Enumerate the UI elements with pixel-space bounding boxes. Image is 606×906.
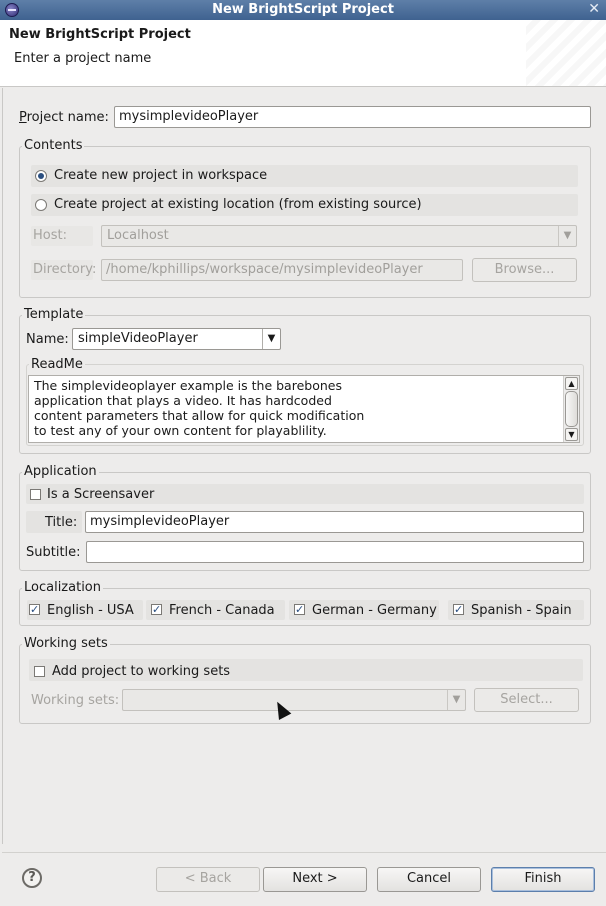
window-titlebar: New BrightScript Project ✕: [0, 0, 606, 20]
create-existing-label[interactable]: Create project at existing location (fro…: [54, 197, 422, 212]
checkbox-icon[interactable]: [34, 666, 45, 677]
wizard-header: New BrightScript Project Enter a project…: [0, 20, 606, 87]
wizard-description: Enter a project name: [14, 51, 152, 66]
screensaver-label[interactable]: Is a Screensaver: [47, 487, 154, 502]
header-decoration: [526, 20, 606, 86]
window-title: New BrightScript Project: [212, 2, 394, 17]
app-subtitle-input[interactable]: [86, 541, 584, 563]
template-name-label: Name:: [26, 332, 69, 347]
chevron-down-icon: ▼: [447, 690, 465, 710]
footer-separator: [2, 852, 606, 853]
radio-icon[interactable]: [35, 199, 47, 211]
checkbox-icon[interactable]: [30, 489, 41, 500]
host-value: Localhost: [107, 228, 169, 243]
readme-title: ReadMe: [29, 357, 85, 372]
working-sets-group: [19, 644, 591, 724]
radio-icon[interactable]: [35, 170, 47, 182]
select-button[interactable]: Select...: [474, 688, 579, 712]
working-sets-combo[interactable]: ▼: [122, 689, 466, 711]
checkbox-icon[interactable]: ✓: [29, 604, 40, 615]
application-group-title: Application: [22, 464, 99, 479]
template-name-value: simpleVideoPlayer: [78, 331, 198, 346]
project-name-label: Project name:: [19, 110, 109, 125]
contents-group-title: Contents: [22, 138, 85, 153]
checkbox-icon[interactable]: ✓: [151, 604, 162, 615]
cancel-button[interactable]: Cancel: [377, 867, 481, 892]
locale-label[interactable]: French - Canada: [169, 603, 275, 618]
project-name-input[interactable]: mysimplevideoPlayer: [114, 106, 591, 128]
back-button[interactable]: < Back: [156, 867, 260, 892]
finish-button[interactable]: Finish: [491, 867, 595, 892]
browse-button[interactable]: Browse...: [472, 258, 577, 282]
chevron-down-icon: ▼: [262, 329, 280, 349]
scroll-thumb[interactable]: [565, 391, 578, 427]
working-sets-group-title: Working sets: [22, 636, 110, 651]
readme-textarea[interactable]: The simplevideoplayer example is the bar…: [28, 375, 580, 443]
app-title-label: Title:: [45, 515, 78, 530]
checkbox-icon[interactable]: ✓: [453, 604, 464, 615]
scroll-down-icon[interactable]: ▼: [565, 428, 578, 441]
next-button[interactable]: Next >: [263, 867, 367, 892]
checkbox-icon[interactable]: ✓: [294, 604, 305, 615]
add-working-sets-label[interactable]: Add project to working sets: [52, 664, 230, 679]
localization-group-title: Localization: [22, 580, 103, 595]
readme-scrollbar[interactable]: ▲ ▼: [563, 376, 579, 442]
wizard-title: New BrightScript Project: [9, 27, 191, 42]
close-icon[interactable]: ✕: [588, 1, 600, 17]
template-group-title: Template: [22, 307, 86, 322]
host-combo[interactable]: Localhost ▼: [101, 225, 577, 247]
chevron-down-icon: ▼: [558, 226, 576, 246]
app-subtitle-label: Subtitle:: [26, 545, 81, 560]
app-title-input[interactable]: mysimplevideoPlayer: [85, 511, 584, 533]
locale-label[interactable]: English - USA: [47, 603, 134, 618]
readme-text: The simplevideoplayer example is the bar…: [34, 378, 365, 438]
working-sets-label: Working sets:: [31, 693, 120, 708]
locale-label[interactable]: Spanish - Spain: [471, 603, 572, 618]
help-icon[interactable]: ?: [22, 868, 42, 888]
host-label: Host:: [33, 228, 67, 243]
create-new-label[interactable]: Create new project in workspace: [54, 168, 267, 183]
directory-label: Directory:: [33, 262, 97, 277]
scroll-up-icon[interactable]: ▲: [565, 377, 578, 390]
directory-input[interactable]: /home/kphillips/workspace/mysimplevideoP…: [101, 259, 463, 281]
template-name-combo[interactable]: simpleVideoPlayer ▼: [72, 328, 281, 350]
locale-label[interactable]: German - Germany: [312, 603, 437, 618]
